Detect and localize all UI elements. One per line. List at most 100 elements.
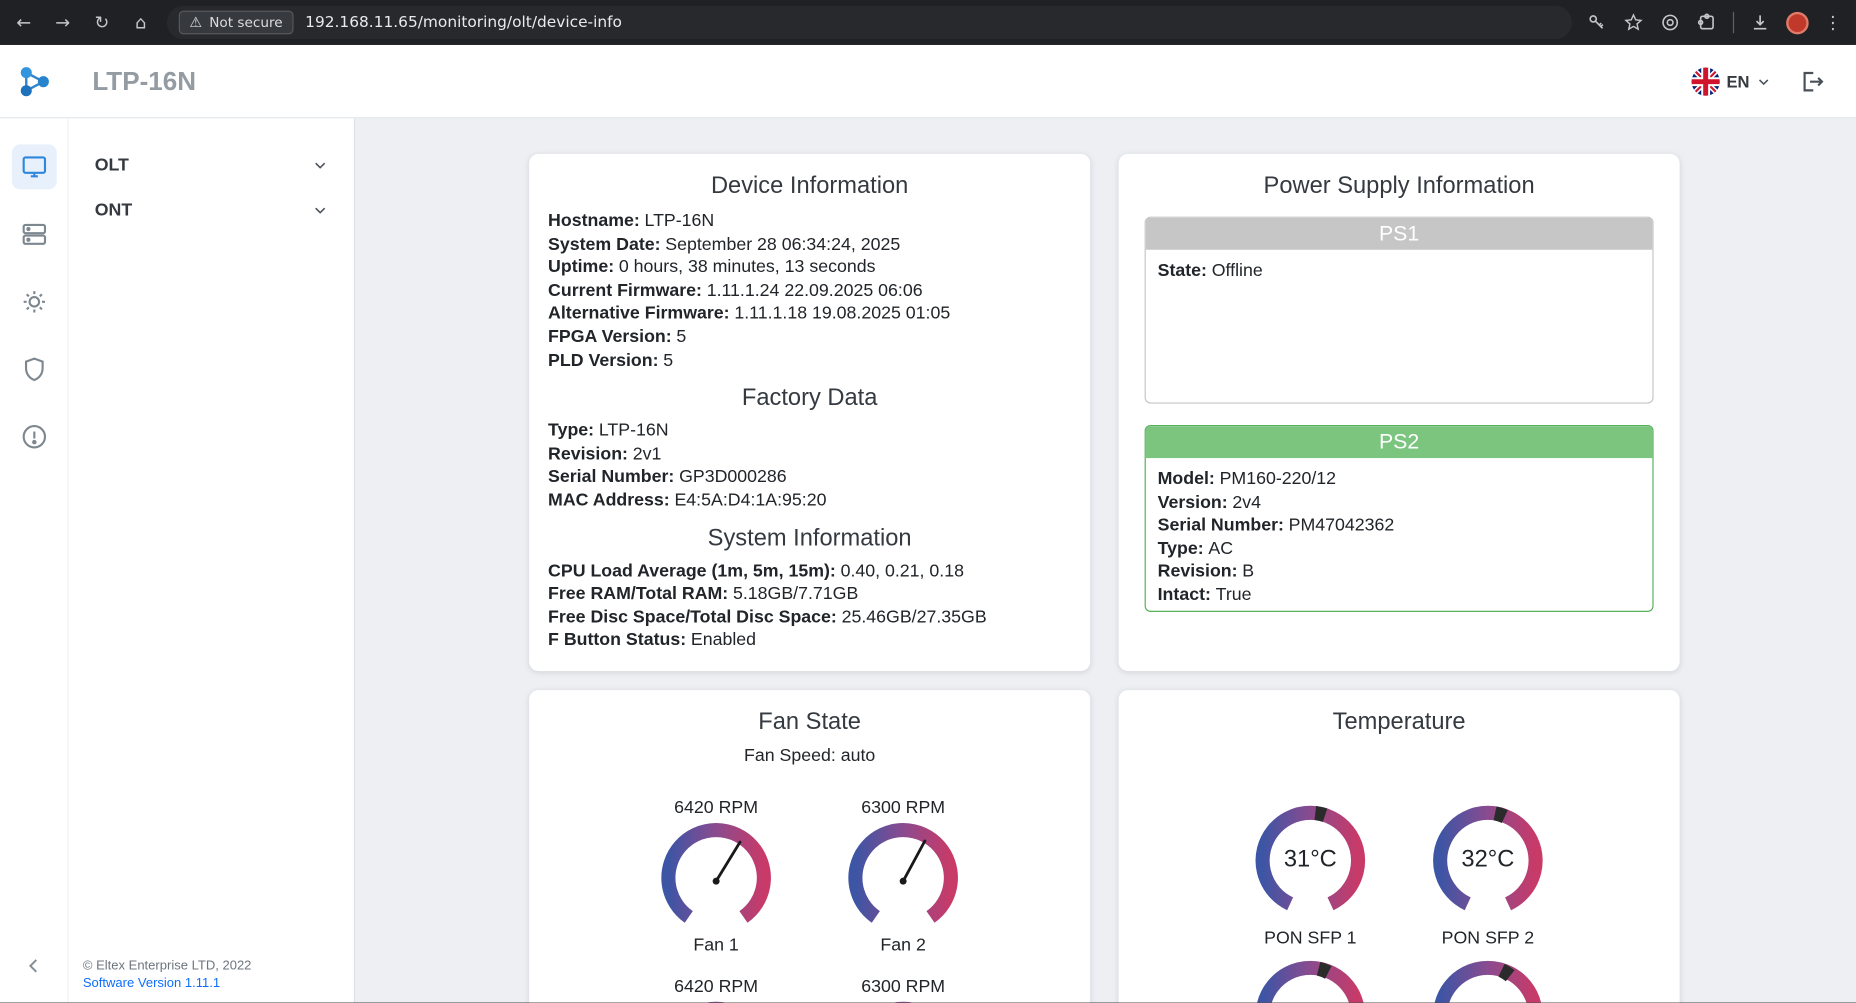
temperature-gauge: 32°C PON SFP 2 — [1423, 795, 1553, 948]
bookmark-star-icon[interactable] — [1623, 12, 1644, 33]
rail-item-monitoring[interactable] — [11, 144, 56, 189]
temperature-gauge: 33°C PON SFP 3 — [1245, 950, 1375, 1002]
power-supply-card: Power Supply Information PS1 State:Offli… — [1119, 154, 1680, 671]
info-value: PM47042362 — [1289, 515, 1395, 535]
security-badge[interactable]: ⚠ Not secure — [179, 11, 294, 35]
menu-icon[interactable]: ⋮ — [1824, 12, 1842, 33]
info-value: B — [1242, 562, 1254, 582]
info-value: 25.46GB/27.35GB — [842, 607, 987, 627]
orb-icon[interactable] — [1660, 12, 1681, 33]
software-version-link[interactable]: Software Version 1.11.1 — [83, 975, 252, 993]
rail-item-alerts[interactable] — [11, 414, 56, 459]
info-row: PLD Version:5 — [548, 349, 1071, 372]
info-row: Free Disc Space/Total Disc Space:25.46GB… — [548, 606, 1071, 629]
extensions-icon[interactable] — [1696, 12, 1717, 33]
fan-gauge: 6300 RPM Fan 4 — [838, 975, 968, 1002]
info-label: Serial Number: — [1158, 515, 1284, 535]
fan-label: Fan 1 — [651, 934, 781, 956]
fan-gauge-dial — [651, 819, 781, 928]
header-controls: EN — [1691, 67, 1825, 95]
info-row: Uptime:0 hours, 38 minutes, 13 seconds — [548, 256, 1071, 279]
info-label: Free Disc Space/Total Disc Space: — [548, 607, 837, 627]
downloads-icon[interactable] — [1749, 12, 1770, 33]
rail-item-settings[interactable] — [11, 279, 56, 324]
temperature-gauge-row: 31°C PON SFP 1 32°C PON SFP 2 — [1138, 795, 1661, 948]
uk-flag-icon — [1691, 67, 1719, 95]
info-label: Revision: — [548, 444, 628, 464]
card-title: Temperature — [1138, 709, 1661, 736]
info-value: True — [1216, 585, 1252, 605]
sidebar-item-ont[interactable]: ONT — [69, 187, 354, 232]
info-value: GP3D000286 — [679, 467, 787, 487]
info-value: 5.18GB/7.71GB — [733, 584, 858, 604]
card-title: Device Information — [548, 173, 1071, 200]
toolbar-icons: ⋮ — [1586, 11, 1842, 33]
info-label: State: — [1158, 260, 1207, 280]
info-label: Revision: — [1158, 562, 1238, 582]
fan-speed-subtitle: Fan Speed: auto — [548, 746, 1071, 766]
info-label: Version: — [1158, 492, 1228, 512]
temperature-gauge: 31°C PON SFP 1 — [1245, 795, 1375, 948]
info-label: Alternative Firmware: — [548, 303, 730, 323]
fan-state-card: Fan State Fan Speed: auto 6420 RPM Fan 1… — [529, 690, 1090, 1003]
temperature-gauge-row: 33°C PON SFP 3 38°C PON SFP 4 — [1138, 950, 1661, 1002]
page-title: LTP-16N — [92, 66, 196, 97]
app-header: LTP-16N EN — [0, 45, 1856, 118]
fan-gauge: 6420 RPM Fan 3 — [651, 975, 781, 1002]
monitor-icon — [20, 153, 48, 181]
key-icon[interactable] — [1586, 12, 1607, 33]
browser-toolbar: ← → ↻ ⌂ ⚠ Not secure 192.168.11.65/monit… — [0, 0, 1856, 45]
fan-rpm-value: 6300 RPM — [838, 975, 968, 997]
temperature-card: Temperature 31°C PON SFP 1 — [1119, 690, 1680, 1003]
fan-gauge: 6420 RPM Fan 1 — [651, 796, 781, 956]
language-label: EN — [1726, 72, 1749, 91]
info-label: Hostname: — [548, 211, 640, 231]
info-row: Intact:True — [1158, 584, 1641, 607]
fan-label: Fan 2 — [838, 934, 968, 956]
temperature-value: 38°C — [1423, 950, 1553, 1002]
sidebar: OLT ONT © Eltex Enterprise LTD, 2022 Sof… — [69, 118, 355, 1002]
security-badge-label: Not secure — [209, 14, 282, 31]
fan-gauge-row: 6420 RPM Fan 3 6300 RPM — [548, 975, 1071, 1002]
fan-rpm-value: 6420 RPM — [651, 796, 781, 818]
info-value: E4:5A:D4:1A:95:20 — [674, 490, 826, 510]
info-row: Model:PM160-220/12 — [1158, 468, 1641, 491]
profile-avatar[interactable] — [1786, 11, 1808, 33]
back-button[interactable]: ← — [8, 7, 39, 38]
home-button[interactable]: ⌂ — [125, 7, 156, 38]
info-value: 2v4 — [1232, 492, 1261, 512]
temperature-value: 31°C — [1245, 795, 1375, 925]
browser-window: ← → ↻ ⌂ ⚠ Not secure 192.168.11.65/monit… — [0, 0, 1856, 1003]
info-value: LTP-16N — [599, 420, 669, 440]
ps2-header: PS2 — [1146, 426, 1653, 458]
info-row: F Button Status:Enabled — [548, 629, 1071, 652]
info-row: System Date:September 28 06:34:24, 2025 — [548, 233, 1071, 256]
logout-icon[interactable] — [1799, 68, 1825, 94]
info-value: Enabled — [691, 630, 756, 650]
info-label: MAC Address: — [548, 490, 670, 510]
info-label: Current Firmware: — [548, 280, 702, 300]
info-label: FPGA Version: — [548, 327, 672, 347]
info-row: FPGA Version:5 — [548, 325, 1071, 348]
chevron-down-icon — [312, 202, 327, 217]
info-row: CPU Load Average (1m, 5m, 15m):0.40, 0.2… — [548, 559, 1071, 582]
info-value: Offline — [1212, 260, 1263, 280]
main-content: Device Information Hostname:LTP-16N Syst… — [355, 118, 1856, 1002]
info-row: Alternative Firmware:1.11.1.18 19.08.202… — [548, 302, 1071, 325]
sidebar-item-olt[interactable]: OLT — [69, 142, 354, 187]
rail-item-ports[interactable] — [11, 212, 56, 257]
info-value: 1.11.1.24 22.09.2025 06:06 — [707, 280, 923, 300]
info-value: 1.11.1.18 19.08.2025 01:05 — [734, 303, 950, 323]
info-value: AC — [1208, 538, 1233, 558]
address-bar[interactable]: ⚠ Not secure 192.168.11.65/monitoring/ol… — [167, 6, 1572, 39]
info-row: Type:LTP-16N — [548, 419, 1071, 442]
info-row: Hostname:LTP-16N — [548, 210, 1071, 233]
info-label: Intact: — [1158, 585, 1211, 605]
forward-button[interactable]: → — [47, 7, 78, 38]
ps1-header: PS1 — [1146, 218, 1653, 250]
rail-item-security[interactable] — [11, 347, 56, 392]
fan-gauge: 6300 RPM Fan 2 — [838, 796, 968, 956]
sidebar-collapse-button[interactable] — [22, 954, 46, 984]
reload-button[interactable]: ↻ — [86, 7, 117, 38]
language-selector[interactable]: EN — [1691, 67, 1771, 95]
